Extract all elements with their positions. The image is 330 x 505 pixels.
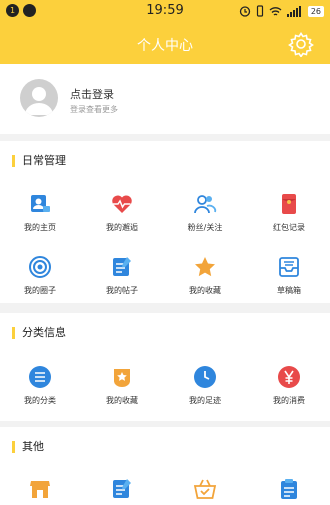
inbox-tray-icon [279,257,299,277]
vibrate-icon [256,5,263,17]
other-section: 其他 [0,427,330,505]
my-homepage-item[interactable]: 我的主页 [0,192,80,233]
item-label: 我的帖子 [106,286,138,295]
status-bar: 1 19:59 26 [0,0,330,24]
clock-icon [194,366,216,388]
my-favorites-item[interactable]: 我的收藏 [165,255,245,296]
section-title: 其他 [12,441,44,453]
avatar[interactable] [20,79,58,117]
item-label: 我的分类 [24,396,56,405]
clipboard-icon [281,479,297,499]
star-badge-icon [114,369,130,387]
item-label: 我的收藏 [106,396,138,405]
item-label: 我的消费 [273,396,305,405]
page-title: 个人中心 [137,38,193,54]
red-packet-icon [282,194,296,214]
category-info-section: 分类信息 我的分类 我的收藏 我的足迹 我的消费 [0,313,330,421]
my-circle-item[interactable]: 我的圈子 [0,255,80,296]
my-consumption-item[interactable]: 我的消费 [249,365,329,406]
fans-follow-item[interactable]: 粉丝/关注 [165,192,245,233]
battery-icon: 26 [307,5,324,17]
my-encounters-item[interactable]: 我的邂逅 [82,192,162,233]
item-label: 我的主页 [24,223,56,232]
item-label: 粉丝/关注 [187,223,223,232]
shop-item[interactable] [0,477,80,501]
settings-gear-icon[interactable] [288,31,314,57]
user-card-icon [31,195,50,212]
users-icon [194,195,217,214]
category-favorites-item[interactable]: 我的收藏 [82,365,162,406]
note-edit-icon [113,479,131,498]
edit-item[interactable] [82,477,162,501]
drafts-item[interactable]: 草稿箱 [249,255,329,296]
clipboard-item[interactable] [249,477,329,501]
section-title: 日常管理 [12,155,66,167]
item-label: 我的邂逅 [106,223,138,232]
my-footprints-item[interactable]: 我的足迹 [165,365,245,406]
login-subtitle: 登录查看更多 [70,105,118,114]
my-categories-item[interactable]: 我的分类 [0,365,80,406]
item-label: 我的圈子 [24,286,56,295]
login-link[interactable]: 点击登录 [70,86,114,102]
wifi-icon [269,6,282,16]
basket-icon [193,479,217,499]
star-icon [195,257,215,277]
daily-management-section: 日常管理 我的主页 我的邂逅 粉丝/关注 红包记录 我的圈子 我的帖子 我的收藏… [0,141,330,303]
item-label: 草稿箱 [277,286,301,295]
section-title: 分类信息 [12,327,66,339]
alarm-icon [239,6,250,17]
signal-icon [286,5,301,17]
item-label: 红包记录 [273,223,305,232]
heartbeat-icon [112,195,132,213]
circle-target-icon [29,256,51,278]
my-posts-item[interactable]: 我的帖子 [82,255,162,296]
red-packet-record-item[interactable]: 红包记录 [249,192,329,233]
item-label: 我的收藏 [189,286,221,295]
note-edit-icon [113,257,131,276]
list-icon [29,366,51,388]
yen-icon [278,366,300,388]
shop-icon [30,481,50,498]
login-card[interactable]: 点击登录 登录查看更多 [0,64,330,134]
header: 个人中心 [0,24,330,64]
default-avatar-icon [25,87,53,115]
basket-item[interactable] [165,477,245,501]
item-label: 我的足迹 [189,396,221,405]
